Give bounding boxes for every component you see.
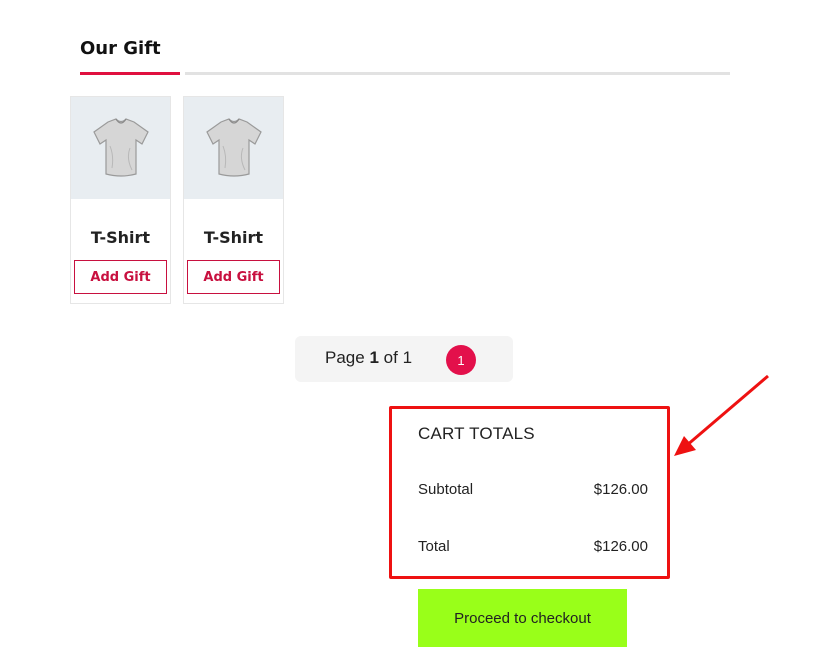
cart-totals-heading: CART TOTALS: [418, 424, 535, 443]
tshirt-image[interactable]: [71, 97, 170, 199]
product-name: T-Shirt: [90, 228, 151, 247]
page-prefix: Page: [325, 348, 365, 367]
total-value: $126.00: [593, 538, 648, 555]
product-name: T-Shirt: [203, 228, 264, 247]
cart-totals-box: CART TOTALS Subtotal $126.00 Total $126.…: [389, 406, 670, 579]
add-gift-button[interactable]: Add Gift: [74, 260, 167, 294]
product-card: T-Shirt Add Gift: [183, 96, 284, 304]
total-pages: 1: [402, 348, 413, 367]
tab-divider: [185, 72, 730, 75]
tab-our-gift[interactable]: Our Gift: [80, 38, 161, 59]
current-page: 1: [369, 348, 379, 367]
gift-tab-bar: Our Gift: [80, 38, 730, 78]
annotation-arrow-icon: [674, 374, 769, 456]
subtotal-label: Subtotal: [418, 481, 474, 498]
subtotal-value: $126.00: [593, 481, 648, 498]
page-1-button[interactable]: 1: [446, 345, 476, 375]
tshirt-image[interactable]: [184, 97, 283, 199]
active-tab-indicator: [80, 72, 180, 75]
total-label: Total: [418, 538, 450, 555]
pagination: Page 1 of 1 1: [295, 336, 513, 382]
proceed-to-checkout-button[interactable]: Proceed to checkout: [418, 589, 627, 647]
add-gift-button[interactable]: Add Gift: [187, 260, 280, 294]
product-card: T-Shirt Add Gift: [70, 96, 171, 304]
page-indicator: Page 1 of 1: [325, 348, 412, 368]
page-separator: of: [383, 348, 398, 367]
